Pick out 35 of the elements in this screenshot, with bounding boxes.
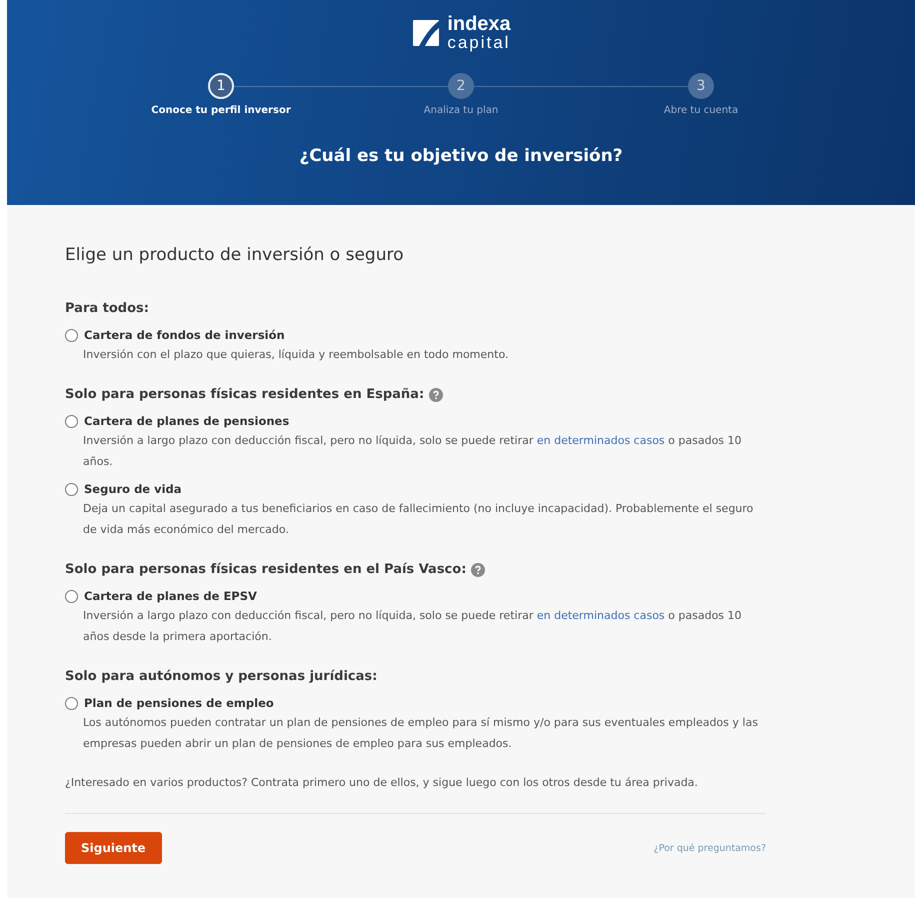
option-label[interactable]: Cartera de fondos de inversión xyxy=(84,328,285,342)
group-heading: Solo para personas físicas residentes en España: xyxy=(65,387,424,402)
option-description: Deja un capital asegurado a tus beneficiarios en caso de fallecimiento (no incluye incapacidad). Probablemente el seguro de vida más económico del mercado. xyxy=(83,501,754,538)
radio-button[interactable] xyxy=(65,328,78,342)
logo-icon xyxy=(411,18,442,48)
radio-button[interactable] xyxy=(65,482,78,496)
option-label[interactable]: Seguro de vida xyxy=(84,482,182,496)
option-label[interactable]: Cartera de planes de EPSV xyxy=(84,589,257,603)
option-label[interactable]: Plan de pensiones de empleo xyxy=(84,696,274,710)
step-label: Conoce tu perfil inversor xyxy=(151,105,291,116)
details-link[interactable]: en determinados casos xyxy=(536,609,665,622)
logo-text: indexa capital xyxy=(447,14,511,51)
step-number: 3 xyxy=(688,73,714,99)
option-description: Inversión a largo plazo con deducción fiscal, pero no líquida, solo se puede retirar en determinados casos o pasados 10 años. xyxy=(83,433,743,470)
option-description: Inversión con el plazo que quieras, líquida y reembolsable en todo momento. xyxy=(83,347,510,363)
step-number: 2 xyxy=(448,73,474,99)
group-heading: Solo para personas físicas residentes en el País Vasco: xyxy=(65,562,466,577)
radio-button[interactable] xyxy=(65,590,78,602)
help-icon[interactable] xyxy=(471,562,486,576)
help-icon[interactable] xyxy=(429,388,444,402)
step-number: 1 xyxy=(208,73,234,99)
radio-button[interactable] xyxy=(65,696,78,710)
step-label: Analiza tu plan xyxy=(424,105,498,116)
question-title: ¿Cuál es tu objetivo de inversión? xyxy=(299,146,623,166)
next-button[interactable]: Siguiente xyxy=(65,832,162,864)
option-description: Inversión a largo plazo con deducción fiscal, pero no líquida, solo se puede retirar en determinados casos o pasados 10 años desde la primera aportación. xyxy=(83,608,743,645)
group-heading: Solo para autónomos y personas jurídicas: xyxy=(65,669,378,684)
option-label[interactable]: Cartera de planes de pensiones xyxy=(84,414,290,428)
form-title: Elige un producto de inversión o seguro xyxy=(65,245,405,265)
option-description: Los autónomos pueden contratar un plan de pensiones de empleo para sí mismo y/o para sus eventuales empleados y las empresas pueden abrir un plan de pensiones de empleo para sus empleados. xyxy=(83,715,759,752)
group-heading: Para todos: xyxy=(65,301,149,316)
info-note: ¿Interesado en varios productos? Contrata primero uno de ellos, y sigue luego con los otros desde tu área privada. xyxy=(65,776,699,789)
step-label: Abre tu cuenta xyxy=(664,105,738,116)
details-link[interactable]: en determinados casos xyxy=(536,434,665,447)
radio-button[interactable] xyxy=(65,414,78,428)
